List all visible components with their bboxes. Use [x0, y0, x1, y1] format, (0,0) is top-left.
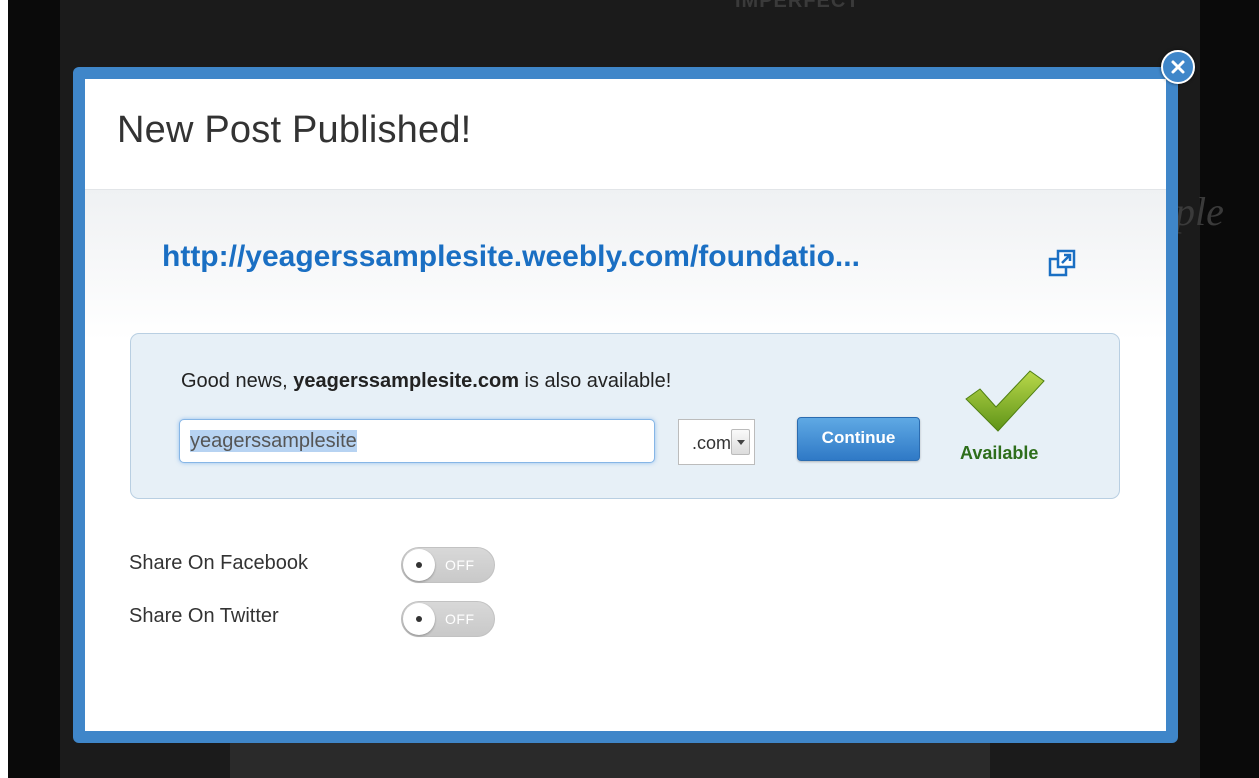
chevron-down-icon[interactable] — [731, 429, 750, 455]
domain-offer-panel: Good news, yeagerssamplesite.com is also… — [130, 333, 1120, 499]
continue-button[interactable]: Continue — [797, 417, 920, 461]
domain-availability-message: Good news, yeagerssamplesite.com is also… — [181, 370, 671, 393]
domain-input-value: yeagerssamplesite — [190, 430, 357, 452]
post-url-link[interactable]: http://yeagerssamplesite.weebly.com/foun… — [162, 240, 860, 274]
toggle-state: OFF — [445, 611, 475, 627]
domain-name-input[interactable]: yeagerssamplesite — [179, 419, 655, 463]
background-script-text: ple — [1175, 189, 1224, 234]
toggle-state: OFF — [445, 557, 475, 573]
toggle-knob — [403, 549, 435, 581]
availability-status: Available — [960, 443, 1039, 463]
publish-dialog: New Post Published! http://yeagerssample… — [73, 67, 1178, 743]
background-edge — [0, 0, 8, 778]
share-twitter-label: Share On Twitter — [129, 605, 279, 627]
share-twitter-toggle[interactable]: OFF — [401, 601, 495, 637]
message-prefix: Good news, — [181, 370, 294, 392]
message-suffix: is also available! — [518, 370, 672, 392]
toggle-knob — [403, 603, 435, 635]
share-facebook-label: Share On Facebook — [129, 552, 308, 574]
background-heading: IMPERFECT — [735, 0, 860, 12]
close-dialog-button[interactable] — [1161, 50, 1195, 84]
dialog-title: New Post Published! — [117, 109, 472, 151]
checkmark-icon — [965, 370, 1045, 432]
dialog-body: New Post Published! http://yeagerssample… — [85, 79, 1166, 731]
tld-select[interactable]: .com — [678, 419, 755, 465]
close-icon — [1171, 60, 1185, 74]
tld-selected-value: .com — [692, 433, 732, 453]
share-facebook-toggle[interactable]: OFF — [401, 547, 495, 583]
background-image — [230, 742, 990, 778]
open-external-icon[interactable] — [1048, 249, 1076, 277]
suggested-domain: yeagerssamplesite.com — [293, 370, 519, 392]
